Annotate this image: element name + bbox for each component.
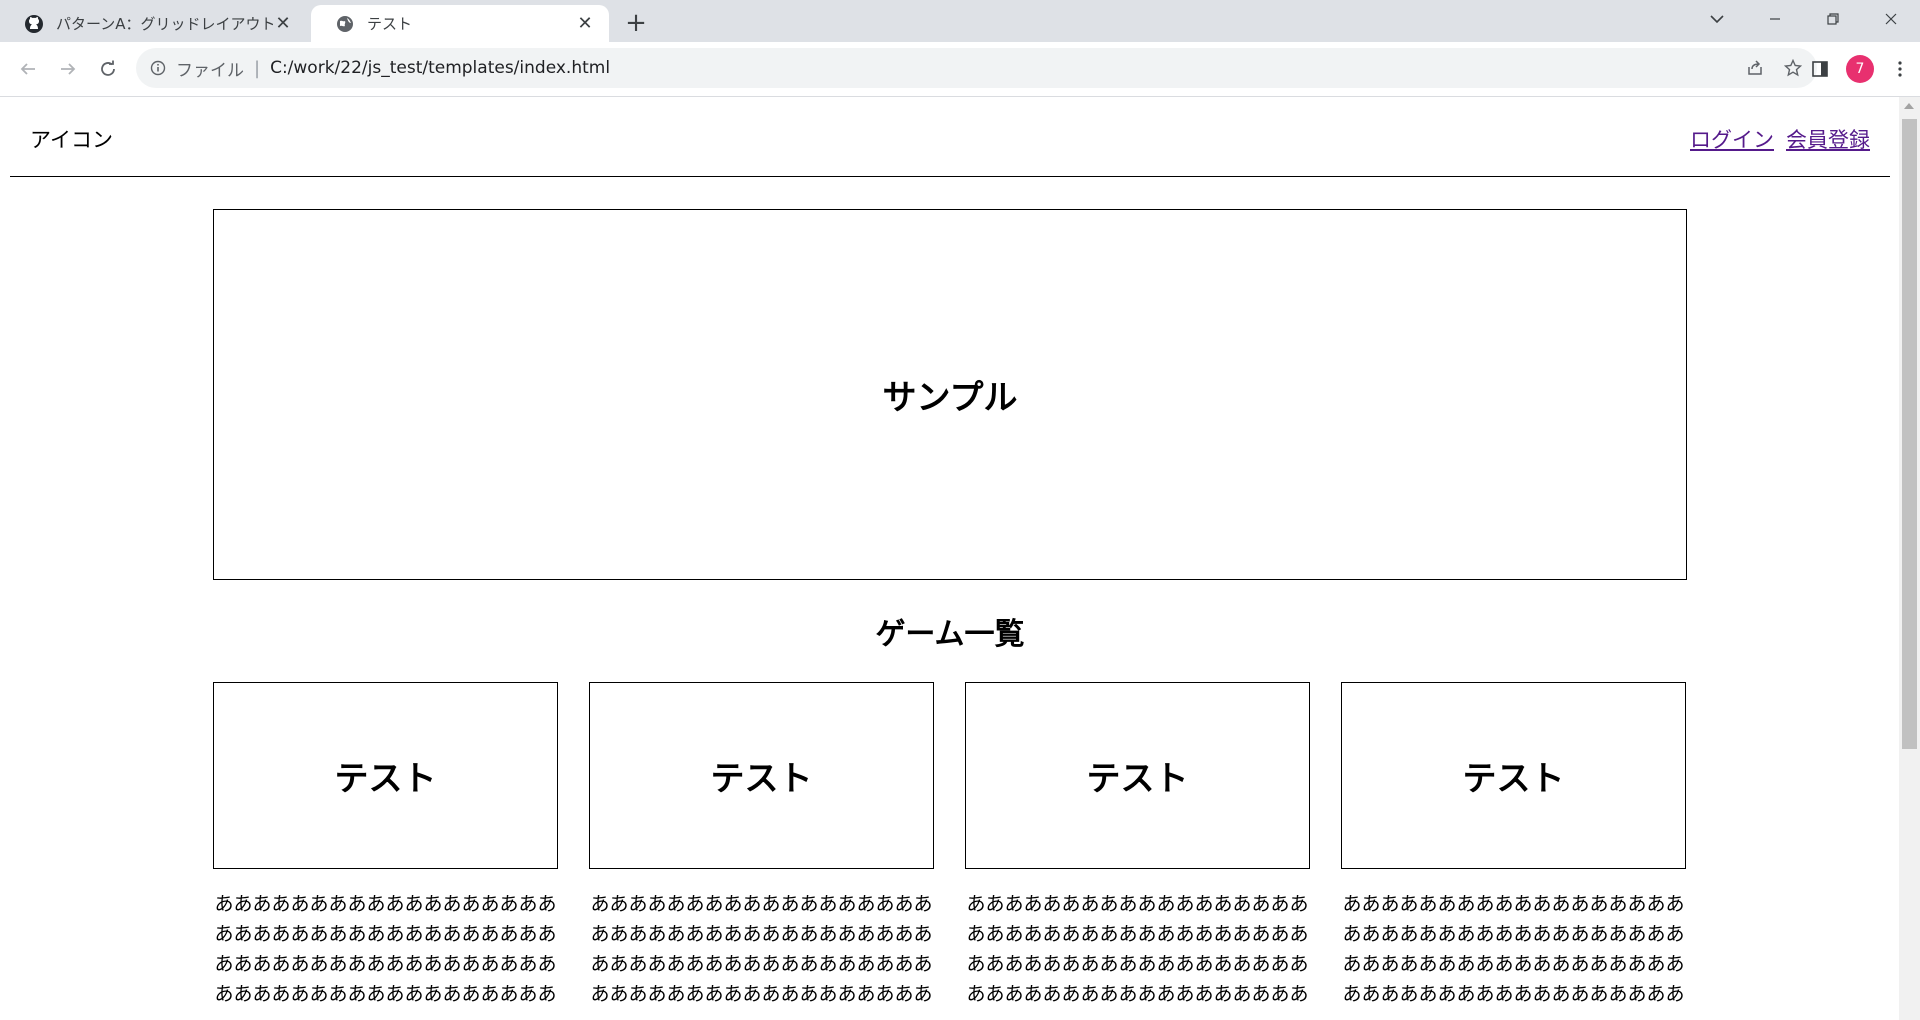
tab-search-chevron-icon[interactable] — [1688, 0, 1746, 38]
new-tab-plus-icon[interactable]: + — [622, 8, 650, 38]
menu-kebab-icon[interactable] — [1880, 50, 1920, 88]
scheme-label: ファイル — [176, 60, 244, 81]
close-icon[interactable]: ✕ — [575, 13, 595, 34]
globe-icon — [335, 14, 355, 34]
section-title: ゲーム一覧 — [875, 617, 1025, 652]
hero-banner: サンプル — [213, 209, 1687, 580]
omnibox-actions — [1741, 48, 1807, 88]
site-header: アイコン ログイン 会員登録 — [10, 97, 1890, 177]
address-bar[interactable]: ファイル | C:/work/22/js_test/templates/inde… — [136, 48, 1817, 88]
game-card[interactable]: テスト ああああああああああああああああああああああああああああああああああああ… — [213, 682, 558, 1009]
game-card[interactable]: テスト ああああああああああああああああああああああああああああああああああああ… — [589, 682, 934, 1009]
page-viewport: アイコン ログイン 会員登録 サンプル ゲーム一覧 テスト あああああああああああ… — [0, 97, 1899, 1020]
minimize-icon[interactable] — [1746, 0, 1804, 38]
close-window-icon[interactable] — [1862, 0, 1920, 38]
hero-label: サンプル — [882, 378, 1018, 418]
restore-icon[interactable] — [1804, 0, 1862, 38]
vertical-scrollbar[interactable] — [1899, 97, 1920, 1020]
game-thumbnail[interactable]: テスト — [589, 682, 934, 869]
browser-toolbar: ファイル | C:/work/22/js_test/templates/inde… — [0, 42, 1920, 97]
game-card[interactable]: テスト ああああああああああああああああああああああああああああああああああああ… — [1341, 682, 1686, 1009]
scroll-up-arrow-icon[interactable] — [1904, 103, 1914, 109]
side-panel-icon[interactable] — [1800, 50, 1840, 88]
close-icon[interactable]: ✕ — [273, 13, 293, 34]
game-thumb-label: テスト — [1462, 759, 1565, 799]
header-links: ログイン 会員登録 — [1678, 124, 1870, 154]
game-thumb-label: テスト — [1086, 759, 1189, 799]
game-thumb-label: テスト — [710, 759, 813, 799]
site-logo[interactable]: アイコン — [30, 124, 113, 154]
toolbar-right: 7 — [1800, 50, 1920, 88]
tab-github[interactable]: パターンA：グリッドレイアウトバージョン ✕ — [0, 5, 307, 42]
tab-title: テスト — [367, 15, 413, 33]
game-thumbnail[interactable]: テスト — [965, 682, 1310, 869]
game-description: ああああああああああああああああああああああああああああああああああああああああ… — [1342, 893, 1685, 1005]
share-icon[interactable] — [1741, 54, 1769, 82]
game-thumb-label: テスト — [334, 759, 437, 799]
info-icon[interactable] — [148, 58, 168, 78]
divider: | — [254, 57, 261, 79]
game-card[interactable]: テスト ああああああああああああああああああああああああああああああああああああ… — [965, 682, 1310, 1009]
forward-arrow-icon[interactable] — [54, 55, 82, 83]
github-icon — [24, 14, 44, 34]
game-description: ああああああああああああああああああああああああああああああああああああああああ… — [214, 893, 557, 1005]
tab-active[interactable]: テスト ✕ — [311, 5, 609, 42]
game-thumbnail[interactable]: テスト — [213, 682, 558, 869]
game-description: ああああああああああああああああああああああああああああああああああああああああ… — [966, 893, 1309, 1005]
register-link[interactable]: 会員登録 — [1786, 128, 1870, 152]
game-description: ああああああああああああああああああああああああああああああああああああああああ… — [590, 893, 933, 1005]
url-text[interactable]: C:/work/22/js_test/templates/index.html — [270, 58, 610, 78]
reload-icon[interactable] — [94, 55, 122, 83]
tab-title: パターンA：グリッドレイアウトバージョン — [56, 15, 273, 33]
window-controls — [1688, 0, 1920, 38]
back-arrow-icon[interactable] — [14, 55, 42, 83]
scrollbar-thumb[interactable] — [1902, 119, 1917, 749]
tab-bar: パターンA：グリッドレイアウトバージョン ✕ テスト ✕ + — [0, 0, 1920, 42]
login-link[interactable]: ログイン — [1690, 128, 1774, 152]
game-thumbnail[interactable]: テスト — [1341, 682, 1686, 869]
profile-avatar[interactable]: 7 — [1846, 55, 1874, 83]
